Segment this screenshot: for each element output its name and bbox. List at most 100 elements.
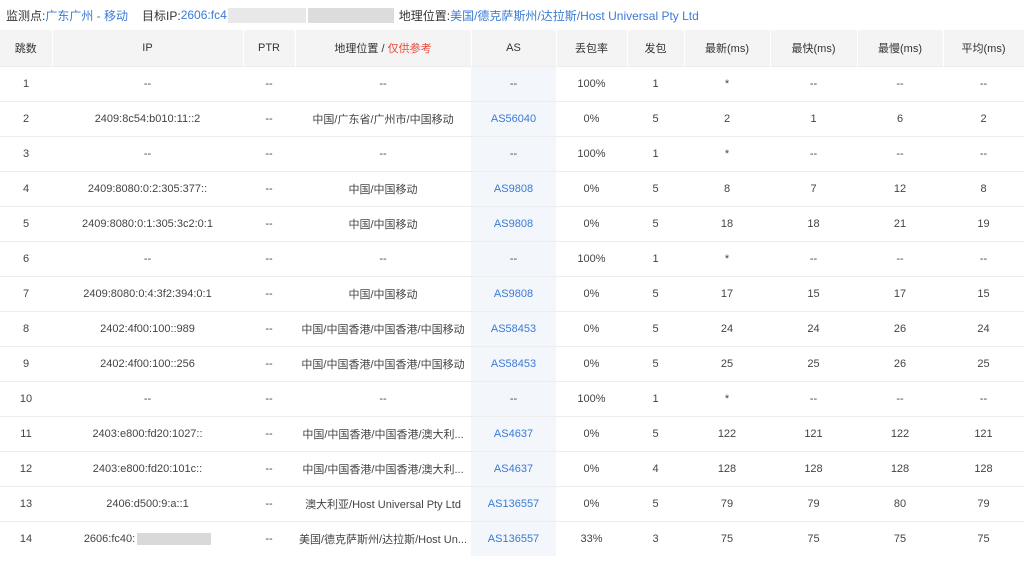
cell-ip: 2406:d500:9:a::1 (52, 485, 243, 521)
cell-geo: 澳大利亚/Host Universal Pty Ltd (295, 485, 471, 521)
cell-latest: * (684, 135, 770, 171)
cell-ip: -- (52, 240, 243, 276)
ip-text: 2606:fc40: (83, 532, 136, 545)
table-row: 6 -- -- -- -- 100% 1 * -- -- -- (0, 240, 1024, 276)
cell-slowest: -- (857, 135, 943, 171)
cell-hop: 4 (0, 170, 52, 206)
cell-latest: * (684, 380, 770, 416)
cell-loss: 0% (556, 415, 627, 451)
cell-loss: 0% (556, 450, 627, 486)
cell-as[interactable]: AS4637 (471, 450, 556, 486)
cell-ip: -- (52, 380, 243, 416)
cell-avg: 121 (943, 415, 1024, 451)
cell-latest: 79 (684, 485, 770, 521)
cell-avg: -- (943, 380, 1024, 416)
cell-ip: 2409:8c54:b010:11::2 (52, 100, 243, 136)
cell-as: -- (471, 380, 556, 416)
monitor-value: 广东广州 - 移动 (45, 8, 129, 23)
cell-hop: 6 (0, 240, 52, 276)
cell-ip: 2403:e800:fd20:101c:: (52, 450, 243, 486)
cell-as[interactable]: AS9808 (471, 275, 556, 311)
cell-loss: 100% (556, 65, 627, 101)
cell-as[interactable]: AS4637 (471, 415, 556, 451)
cell-as[interactable]: AS56040 (471, 100, 556, 136)
cell-geo: 中国/中国移动 (295, 205, 471, 241)
cell-loss: 0% (556, 170, 627, 206)
as-link[interactable]: AS58453 (491, 323, 536, 335)
cell-loss: 100% (556, 240, 627, 276)
as-link[interactable]: AS136557 (488, 498, 539, 510)
cell-ptr: -- (243, 65, 295, 101)
redacted-mask (137, 532, 212, 545)
cell-slowest: 6 (857, 100, 943, 136)
cell-ip: 2606:fc40: (52, 520, 243, 556)
cell-ptr: -- (243, 275, 295, 311)
col-ip: IP (52, 30, 244, 66)
cell-geo: -- (295, 135, 471, 171)
cell-ptr: -- (243, 240, 295, 276)
cell-hop: 12 (0, 450, 52, 486)
cell-as[interactable]: AS58453 (471, 345, 556, 381)
cell-as[interactable]: AS136557 (471, 520, 556, 556)
cell-sent: 3 (627, 520, 684, 556)
cell-avg: 15 (943, 275, 1024, 311)
cell-sent: 5 (627, 345, 684, 381)
geo-value: 美国/德克萨斯州/达拉斯/Host Universal Pty Ltd (450, 8, 699, 23)
cell-slowest: -- (857, 240, 943, 276)
cell-as: -- (471, 65, 556, 101)
cell-sent: 5 (627, 485, 684, 521)
cell-avg: 24 (943, 310, 1024, 346)
cell-as[interactable]: AS136557 (471, 485, 556, 521)
col-ptr: PTR (243, 30, 296, 66)
cell-ip: 2402:4f00:100::256 (52, 345, 243, 381)
cell-loss: 100% (556, 380, 627, 416)
cell-latest: 128 (684, 450, 770, 486)
cell-as[interactable]: AS58453 (471, 310, 556, 346)
col-loss: 丢包率 (556, 30, 628, 66)
cell-avg: 8 (943, 170, 1024, 206)
cell-ptr: -- (243, 310, 295, 346)
target-value: 2606:fc4 (180, 8, 227, 22)
cell-as[interactable]: AS9808 (471, 170, 556, 206)
table-row: 13 2406:d500:9:a::1 -- 澳大利亚/Host Universal … (0, 485, 1024, 521)
cell-latest: * (684, 65, 770, 101)
cell-as[interactable]: AS9808 (471, 205, 556, 241)
cell-latest: 2 (684, 100, 770, 136)
table-row: 7 2409:8080:0:4:3f2:394:0:1 -- 中国/中国移动 AS980… (0, 275, 1024, 311)
as-link[interactable]: AS4637 (494, 463, 533, 475)
cell-avg: 2 (943, 100, 1024, 136)
cell-ip: -- (52, 135, 243, 171)
cell-ip: -- (52, 65, 243, 101)
cell-hop: 13 (0, 485, 52, 521)
cell-fastest: -- (770, 380, 857, 416)
as-link[interactable]: AS9808 (494, 218, 533, 230)
as-link[interactable]: AS136557 (488, 533, 539, 545)
cell-ptr: -- (243, 135, 295, 171)
cell-geo: 中国/中国香港/中国香港/澳大利... (295, 415, 471, 451)
cell-hop: 3 (0, 135, 52, 171)
cell-fastest: -- (770, 135, 857, 171)
cell-avg: -- (943, 65, 1024, 101)
as-link[interactable]: AS58453 (491, 358, 536, 370)
geo-note: 仅供参考 (387, 42, 432, 55)
cell-sent: 5 (627, 415, 684, 451)
cell-sent: 1 (627, 65, 684, 101)
as-link[interactable]: AS4637 (494, 428, 533, 440)
cell-ip: 2409:8080:0:4:3f2:394:0:1 (52, 275, 243, 311)
cell-as: -- (471, 135, 556, 171)
col-latest: 最新(ms) (684, 30, 771, 66)
cell-slowest: 26 (857, 310, 943, 346)
cell-loss: 0% (556, 100, 627, 136)
cell-sent: 1 (627, 380, 684, 416)
cell-latest: 17 (684, 275, 770, 311)
cell-fastest: 24 (770, 310, 857, 346)
as-link[interactable]: AS9808 (494, 288, 533, 300)
cell-ptr: -- (243, 170, 295, 206)
as-link[interactable]: AS9808 (494, 183, 533, 195)
as-link[interactable]: AS56040 (491, 113, 536, 125)
cell-fastest: -- (770, 240, 857, 276)
cell-sent: 5 (627, 205, 684, 241)
redacted-mask (307, 7, 394, 23)
cell-geo: 中国/中国移动 (295, 275, 471, 311)
cell-sent: 5 (627, 275, 684, 311)
